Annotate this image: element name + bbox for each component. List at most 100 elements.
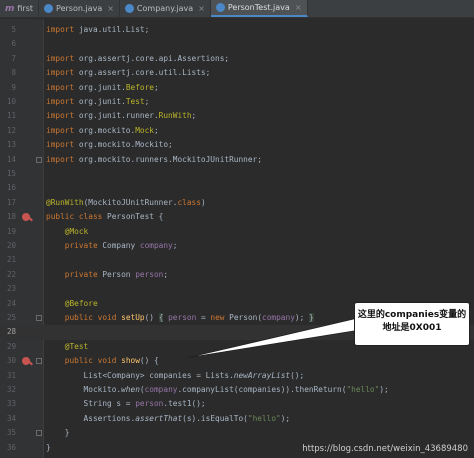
code-text: private Person person; <box>64 269 169 279</box>
line-number: 30 <box>6 356 16 366</box>
line-number: 29 <box>6 341 16 351</box>
tab-persontest-java[interactable]: PersonTest.java × <box>210 0 308 17</box>
line-number: 18 <box>6 212 16 222</box>
code-line[interactable]: 6 <box>0 37 474 51</box>
class-icon <box>124 4 134 13</box>
code-line[interactable]: 22 private Person person; <box>0 268 474 282</box>
code-line[interactable]: 17 @RunWith(MockitoJUnitRunner.class) <box>0 196 474 210</box>
line-number: 14 <box>6 154 16 164</box>
code-area[interactable]: 5 import java.util.List; 6 7 import org.asse… <box>0 19 474 458</box>
line-number: 22 <box>6 269 16 279</box>
module-icon: m <box>5 3 15 14</box>
code-text: public void setUp() { person = new Perso… <box>64 313 314 322</box>
code-line[interactable]: 5 import java.util.List; <box>0 23 474 37</box>
code-line[interactable]: 30 public void show() { <box>0 354 474 368</box>
line-number: 7 <box>11 53 16 63</box>
tab-company-java[interactable]: Company.java × <box>120 0 211 17</box>
line-number: 31 <box>6 370 16 380</box>
run-test-icon[interactable] <box>22 213 30 222</box>
code-line[interactable]: 13 import org.mockito.Mockito; <box>0 138 474 152</box>
line-number: 36 <box>6 442 16 452</box>
line-number: 6 <box>11 39 16 49</box>
code-text: } <box>46 442 51 452</box>
line-number: 21 <box>6 255 16 265</box>
code-line[interactable]: 34 Assertions.assertThat(s).isEqualTo("h… <box>0 412 474 426</box>
annotation-line-2: 地址是0X001 <box>382 323 442 333</box>
code-line[interactable]: 20 private Company company; <box>0 239 474 253</box>
code-text: String s = person.test1(); <box>46 399 206 409</box>
code-line[interactable]: 35 } <box>0 426 474 440</box>
line-number: 13 <box>6 140 16 150</box>
code-text: import org.junit.runner.RunWith; <box>46 111 197 121</box>
fold-icon[interactable] <box>36 156 42 163</box>
code-line[interactable]: 32 Mockito.when(company.companyList(comp… <box>0 383 474 397</box>
code-text: import org.junit.Test; <box>46 97 150 106</box>
code-line[interactable]: 16 <box>0 181 474 195</box>
code-line[interactable]: 9 import org.junit.Before; <box>0 81 474 95</box>
line-number: 23 <box>6 284 16 294</box>
code-text: List<Company> companies = Lists.newArray… <box>46 370 305 380</box>
line-number: 10 <box>6 97 16 106</box>
fold-icon[interactable] <box>36 315 42 321</box>
fold-icon[interactable] <box>36 430 42 437</box>
code-text: private Company company; <box>64 241 178 250</box>
line-number: 17 <box>6 197 16 207</box>
code-text: } <box>46 428 70 438</box>
tab-first[interactable]: m first <box>0 0 40 17</box>
fold-icon[interactable] <box>36 358 42 365</box>
close-icon[interactable]: × <box>107 4 114 13</box>
watermark: https://blog.csdn.net/weixin_43689480 <box>302 444 468 454</box>
code-text: import org.mockito.runners.MockitoJUnitR… <box>46 154 262 164</box>
line-number: 9 <box>11 82 16 92</box>
tab-label: first <box>17 4 34 13</box>
code-line[interactable]: 31 List<Company> companies = Lists.newAr… <box>0 369 474 383</box>
code-text: public void show() { <box>64 356 159 366</box>
line-number: 8 <box>11 68 16 78</box>
code-text: Assertions.assertThat(s).isEqualTo("hell… <box>46 413 291 423</box>
line-number: 5 <box>11 25 16 34</box>
line-number: 12 <box>6 125 16 135</box>
code-line[interactable]: 21 <box>0 253 474 267</box>
code-text: import org.assertj.core.util.Lists; <box>46 68 211 78</box>
code-text: @Before <box>64 298 98 308</box>
line-number: 16 <box>6 183 16 193</box>
code-line[interactable]: 18 public class PersonTest { <box>0 210 474 224</box>
code-editor[interactable]: 5 import java.util.List; 6 7 import org.asse… <box>0 19 474 458</box>
code-line[interactable]: 19 @Mock <box>0 225 474 239</box>
code-text: import org.junit.Before; <box>46 82 159 92</box>
code-line[interactable]: 23 <box>0 282 474 296</box>
code-text: import org.assertj.core.api.Assertions; <box>46 53 230 63</box>
editor-tab-bar: m first Person.java × Company.java × PersonTes… <box>0 0 474 18</box>
tab-person-java[interactable]: Person.java × <box>39 0 120 17</box>
line-number: 15 <box>6 169 16 178</box>
line-number: 32 <box>6 385 16 394</box>
code-line[interactable]: 12 import org.mockito.Mock; <box>0 124 474 138</box>
code-text: @Mock <box>64 226 89 236</box>
tab-label: Person.java <box>56 4 103 13</box>
line-number: 35 <box>6 428 16 438</box>
tab-label: PersonTest.java <box>227 3 290 12</box>
close-icon[interactable]: × <box>295 3 302 12</box>
close-icon[interactable]: × <box>198 4 205 13</box>
code-line[interactable]: 8 import org.assertj.core.util.Lists; <box>0 66 474 80</box>
line-number: 25 <box>6 313 16 322</box>
code-line[interactable]: 15 <box>0 167 474 181</box>
annotation-line-1: 这里的companies变量的 <box>357 310 467 320</box>
annotation-callout: 这里的companies变量的 地址是0X001 <box>354 302 470 346</box>
code-line[interactable]: 7 import org.assertj.core.api.Assertions; <box>0 52 474 66</box>
code-text: @RunWith(MockitoJUnitRunner.class) <box>46 197 206 207</box>
class-icon <box>44 4 54 13</box>
line-number: 20 <box>6 241 16 250</box>
code-text: import org.mockito.Mockito; <box>46 140 173 150</box>
code-line[interactable]: 33 String s = person.test1(); <box>0 397 474 411</box>
line-number: 24 <box>6 298 16 308</box>
run-test-icon[interactable] <box>22 357 30 366</box>
code-text: @Test <box>64 341 89 351</box>
line-number: 11 <box>6 111 16 121</box>
code-text: public class PersonTest { <box>46 212 164 222</box>
code-line[interactable]: 10 import org.junit.Test; <box>0 95 474 109</box>
line-number: 34 <box>6 413 16 423</box>
code-line[interactable]: 11 import org.junit.runner.RunWith; <box>0 109 474 123</box>
code-line[interactable]: 14 import org.mockito.runners.MockitoJUni… <box>0 153 474 167</box>
tab-label: Company.java <box>136 4 194 13</box>
